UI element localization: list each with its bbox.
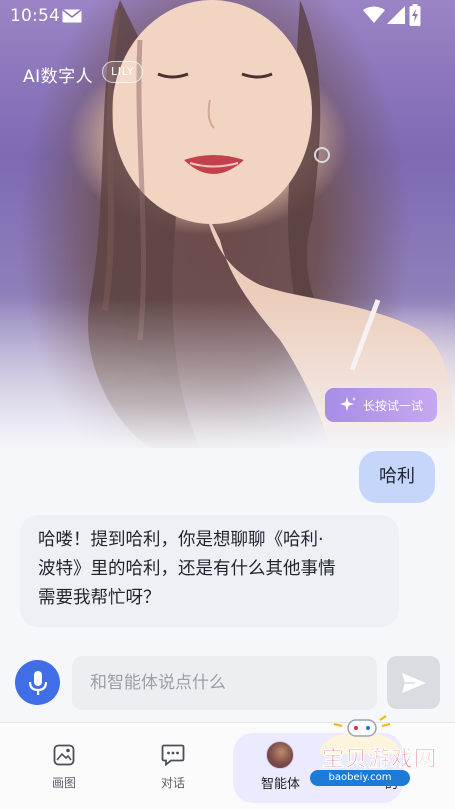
wifi-icon	[363, 6, 385, 23]
image-icon	[53, 744, 75, 766]
status-time: 10:54	[10, 6, 60, 26]
page-title: AI数字人	[23, 67, 94, 87]
battery-icon	[409, 4, 421, 26]
send-icon	[401, 672, 426, 693]
voice-input-button[interactable]	[15, 660, 60, 705]
microphone-icon	[28, 670, 47, 695]
nav-item-chat[interactable]: 对话	[133, 723, 213, 809]
nav-label-agent[interactable]: 智能体	[261, 773, 300, 792]
watermark-url: baobeiy.com	[310, 770, 410, 786]
chat-icon	[161, 744, 185, 766]
hint-label: 长按试一试	[363, 398, 424, 413]
nav-item-draw[interactable]: 画图	[24, 723, 104, 809]
status-bar: 10:54	[0, 0, 455, 32]
bot-message-bubble[interactable]: 哈喽！提到哈利，你是想聊聊《哈利· 波特》里的哈利，还是有什么其他事情 需要我帮…	[20, 515, 399, 627]
mail-icon	[62, 9, 82, 23]
watermark-logo: 宝贝游戏网 baobeiy.com	[300, 712, 455, 809]
user-message-bubble[interactable]: 哈利	[359, 451, 435, 503]
message-input[interactable]	[72, 656, 377, 710]
character-name-badge: LILY	[102, 61, 144, 83]
agent-avatar[interactable]	[266, 741, 294, 769]
hero-fade	[0, 298, 455, 448]
watermark-brand: 宝贝游戏网	[322, 746, 438, 773]
sparkle-icon	[340, 397, 356, 411]
nav-label-chat: 对话	[160, 776, 185, 790]
signal-icon	[387, 6, 405, 24]
nav-label-draw: 画图	[51, 776, 76, 790]
long-press-hint-button[interactable]: 长按试一试	[325, 388, 437, 422]
send-button[interactable]	[387, 656, 440, 709]
